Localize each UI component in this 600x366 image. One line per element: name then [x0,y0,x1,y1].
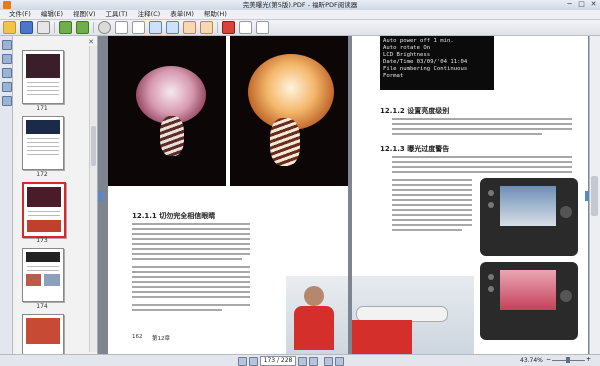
zoom-slider[interactable]: − + [546,356,591,363]
close-button[interactable]: ✕ [589,0,598,9]
page-thumbnail[interactable] [22,116,64,170]
photographer-photo-right [352,276,474,354]
thumbnail-label: 172 [36,171,48,178]
chapter-label: 第12章 [152,336,170,342]
section-heading: 12.1.1 切勿完全相信眼睛 [132,212,216,220]
back-icon[interactable] [59,21,72,34]
select-text-icon[interactable] [200,21,213,34]
menu-view[interactable]: 视图(V) [68,10,101,19]
maximize-button[interactable]: □ [577,0,586,9]
zoom-out-small-icon[interactable]: − [546,356,551,363]
close-pane-icon[interactable]: ✕ [88,38,94,46]
page-thumbnail[interactable] [22,248,64,302]
forward-view-button[interactable] [335,356,344,366]
menu-bar: 文件(F) 编辑(E) 视图(V) 工具(T) 注释(C) 表单(M) 帮助(H… [0,10,600,20]
toolbar-separator [93,22,94,33]
first-page-button[interactable] [238,356,247,366]
thumbnail-pane: ✕ 171 172 173 174 [13,36,98,354]
pdf-convert-icon[interactable] [222,21,235,34]
zoom-slider-knob[interactable] [566,357,570,363]
minimize-button[interactable]: ─ [565,0,574,9]
single-page-icon[interactable] [115,21,128,34]
fit-width-icon[interactable] [239,21,252,34]
status-bar: 173 / 228 43.74% − + [0,354,600,366]
lcd-line: LCD Brightness [383,52,431,58]
zoom-out-icon[interactable] [166,21,179,34]
photographer-photo-left [286,276,348,354]
attachments-tab-icon[interactable] [2,68,12,78]
document-page-left: 12.1.1 切勿完全相信眼睛 162 第12章 [108,36,348,354]
menu-edit[interactable]: 编辑(E) [36,10,68,19]
thumbnail-label: 173 [36,237,48,244]
zoom-in-small-icon[interactable]: + [586,356,591,363]
find-icon[interactable] [98,21,111,34]
thumbnail-label: 174 [36,303,48,310]
toolbar-separator [54,22,55,33]
back-view-button[interactable] [324,356,333,366]
page-thumbnail[interactable] [22,314,64,354]
lcd-line: File numbering Continuous [383,66,468,72]
lcd-line: Auto power off 1 min. [383,38,454,44]
menu-tools[interactable]: 工具(T) [101,10,133,19]
page-thumbnail-selected[interactable] [22,182,66,238]
section-heading: 12.1.3 曝光过度警告 [380,145,450,153]
camera-back-photo-top [480,178,578,256]
thumbnail-scrollbar[interactable] [89,46,97,352]
next-page-button[interactable] [298,356,307,366]
camera-back-photo-bottom [480,262,578,340]
orchid-photo-left [108,36,226,186]
lcd-line: Format [383,73,404,79]
menu-form[interactable]: 表单(M) [165,10,199,19]
save-icon[interactable] [20,21,33,34]
zoom-in-icon[interactable] [149,21,162,34]
hand-tool-icon[interactable] [183,21,196,34]
menu-comment[interactable]: 注释(C) [133,10,166,19]
page-thumbnail[interactable] [22,50,64,104]
zoom-level: 43.74% [520,357,543,364]
page-number-left: 162 [132,334,143,340]
toolbar [0,20,600,36]
toolbar-separator [217,22,218,33]
side-panel-tabs [0,36,13,354]
menu-file[interactable]: 文件(F) [4,10,36,19]
print-icon[interactable] [37,21,50,34]
forward-icon[interactable] [76,21,89,34]
document-page-right: Auto power off 1 min. Auto rotate On LCD… [352,36,588,354]
layers-tab-icon[interactable] [2,82,12,92]
comments-tab-icon[interactable] [2,96,12,106]
prev-page-button[interactable] [249,356,258,366]
thumbnails-tab-icon[interactable] [2,54,12,64]
document-view[interactable]: 12.1.1 切勿完全相信眼睛 162 第12章 Auto power off … [98,36,590,354]
collapse-left-handle[interactable] [98,191,103,201]
camera-lcd-menu: Auto power off 1 min. Auto rotate On LCD… [380,36,494,90]
menu-help[interactable]: 帮助(H) [199,10,232,19]
two-page-icon[interactable] [132,21,145,34]
document-scrollbar[interactable] [589,36,600,354]
last-page-button[interactable] [309,356,318,366]
lcd-line: Auto rotate On [383,45,431,51]
window-title: 完美曝光(第5版).PDF - 福昕PDF阅读器 [242,1,358,9]
lcd-line: Date/Time 03/09/'04 11:04 [383,59,468,65]
orchid-photo-right [230,36,348,186]
thumbnail-label: 171 [36,105,48,112]
section-heading: 12.1.2 设置亮度级别 [380,107,450,115]
bookmarks-tab-icon[interactable] [2,40,12,50]
open-folder-icon[interactable] [3,21,16,34]
fit-page-icon[interactable] [256,21,269,34]
